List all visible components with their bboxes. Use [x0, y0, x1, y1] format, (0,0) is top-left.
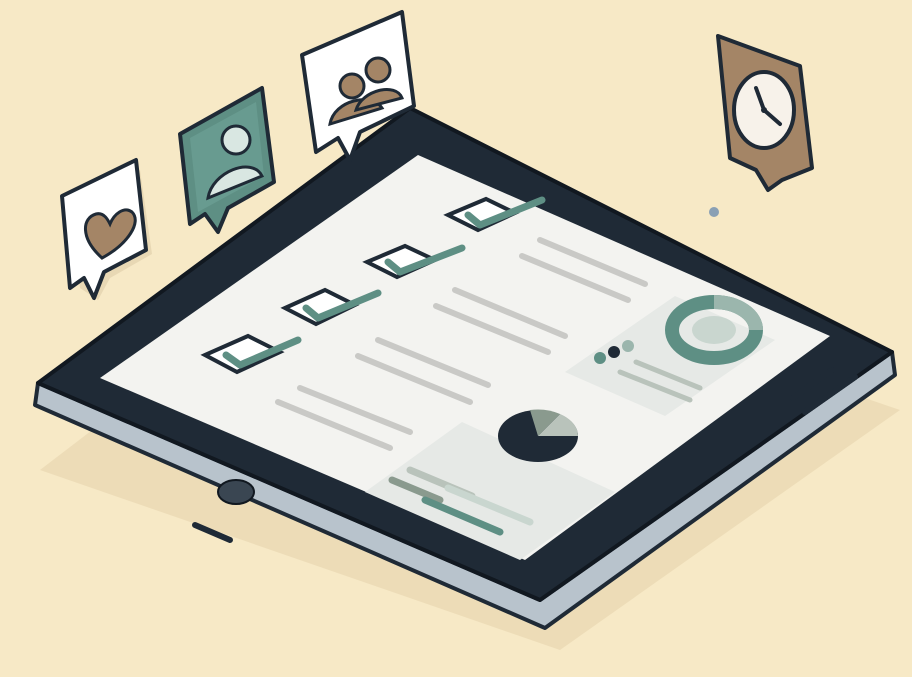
- legend-dot: [594, 352, 606, 364]
- legend-dot: [608, 346, 620, 358]
- clock-center: [761, 107, 767, 113]
- user-icon: [220, 124, 252, 156]
- floating-badge-heart[interactable]: [60, 158, 152, 300]
- person-head-icon: [364, 56, 392, 84]
- donut-center: [692, 316, 736, 344]
- legend-dot: [622, 340, 634, 352]
- home-button[interactable]: [217, 479, 255, 505]
- people-icon: [338, 72, 366, 100]
- illustration-scene: [33, 10, 900, 650]
- floating-badge-clock[interactable]: [716, 34, 814, 192]
- floating-badge-user[interactable]: [178, 86, 276, 234]
- tablet-camera: [709, 207, 719, 217]
